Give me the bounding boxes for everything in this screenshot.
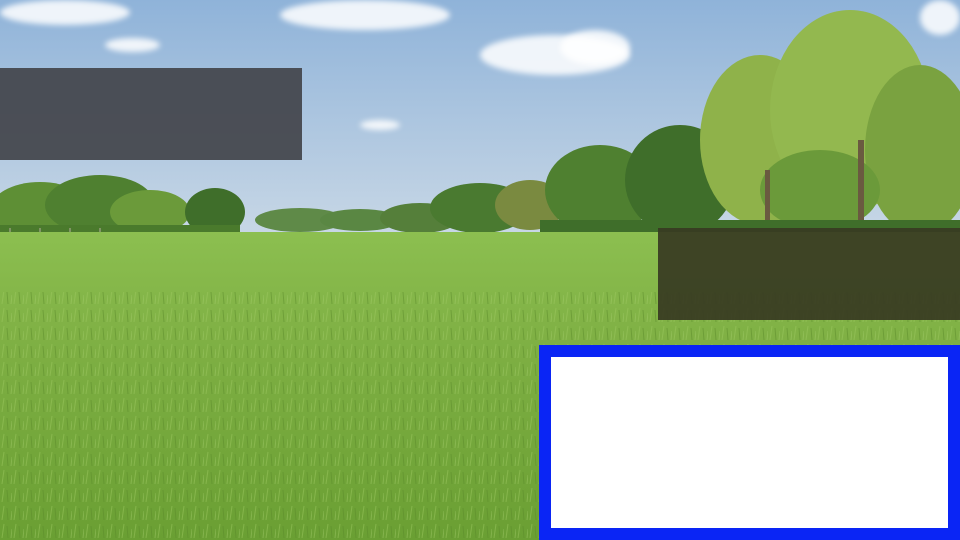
redaction-box [0, 68, 302, 160]
left-trees [0, 175, 245, 238]
blank-frame-box [539, 345, 960, 540]
distant-trees [255, 180, 565, 233]
meadow-scene [0, 0, 960, 540]
right-trees [540, 10, 960, 238]
redaction-box [658, 228, 960, 320]
